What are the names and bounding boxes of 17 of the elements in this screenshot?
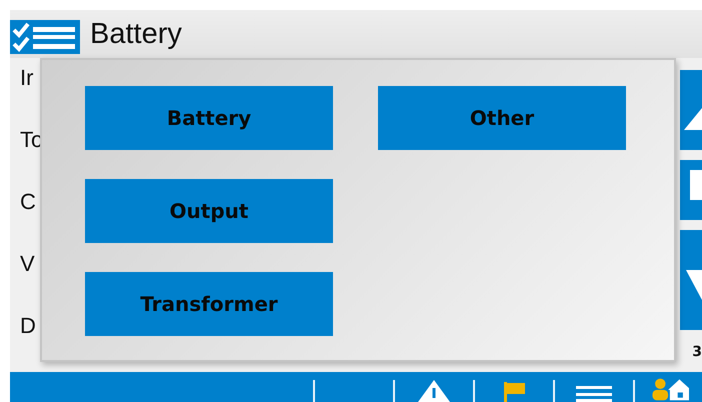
list-item-label: Ir [20,66,34,90]
flag-icon[interactable] [502,380,526,402]
list-item-label: C [20,190,36,214]
menu-button[interactable]: Other [378,86,626,150]
menu-button[interactable]: Output [85,179,333,243]
menu-icon[interactable] [576,384,612,402]
page-title: Battery [90,18,182,50]
menu-button[interactable]: Battery [85,86,333,150]
down-arrow-button[interactable] [680,230,702,330]
menu-button[interactable]: Transformer [85,272,333,336]
list-item-label: V [20,252,35,276]
up-arrow-button[interactable] [680,70,702,150]
side-button[interactable] [680,160,702,220]
value-text: 3 [692,344,702,360]
list-item-label: D [20,314,36,338]
warning-icon[interactable] [418,380,450,402]
checklist-icon [10,20,80,54]
